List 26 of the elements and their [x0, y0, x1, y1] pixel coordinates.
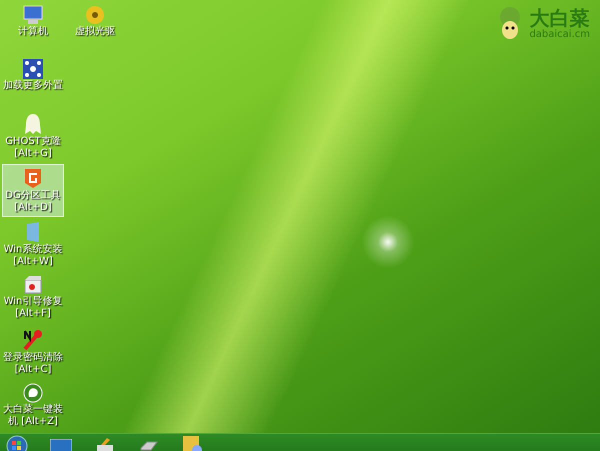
partition-icon [23, 167, 43, 189]
network-icon [23, 59, 43, 79]
ghost-icon [24, 113, 42, 135]
desktop-shortcut[interactable]: Win引导修复 [Alt+F] [2, 272, 64, 325]
desktop-shortcut[interactable]: GHOST克隆 [Alt+G] [2, 110, 64, 163]
desktop-shortcut[interactable]: 虚拟光驱 [64, 2, 126, 55]
desktop-shortcut[interactable]: Win系统安装 [Alt+W] [2, 218, 64, 271]
disc-icon [85, 5, 105, 25]
logo-subtitle: dabaicai.cm [529, 28, 590, 40]
drive-icon [139, 440, 159, 451]
computer-icon [22, 5, 44, 25]
logo-title: 大白菜 [529, 6, 590, 28]
desktop-shortcut[interactable]: 大白菜一键装 机 [Alt+Z] [2, 380, 64, 433]
desktop-shortcut[interactable]: DG分区工具 [Alt+D] [2, 164, 64, 217]
installer-icon [25, 221, 41, 243]
key-icon [23, 329, 43, 351]
cabbage-icon [23, 383, 43, 403]
paint-icon [183, 436, 203, 451]
start-orb-icon [6, 435, 28, 451]
monitor-icon [50, 439, 72, 451]
desktop-shortcut[interactable]: 登录密码清除 [Alt+C] [2, 326, 64, 379]
start-button[interactable] [4, 434, 30, 451]
desktop-shortcut[interactable]: 加载更多外置 [2, 56, 64, 109]
desktop-shortcut[interactable]: 计算机 [2, 2, 64, 55]
toolbox-icon [23, 275, 43, 295]
printer-icon [95, 437, 115, 451]
